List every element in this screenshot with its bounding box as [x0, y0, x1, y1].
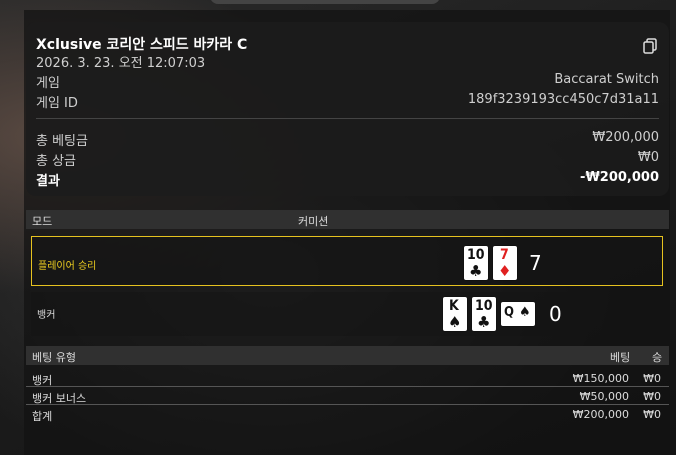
spade-icon: ♠: [448, 313, 462, 331]
divider: [36, 118, 659, 119]
card-rank: 10: [475, 298, 493, 314]
total-label: 총 상금: [36, 154, 77, 169]
card-rank: 10: [467, 247, 485, 263]
banker-result-row: 뱅커 K ♠ 10 ♣ Q ♠ 0: [31, 292, 663, 336]
club-icon: ♣: [469, 262, 483, 280]
result-value: -₩200,000: [580, 170, 659, 185]
player-card-2: 7 ♦: [493, 246, 517, 280]
card-rank: K: [449, 298, 459, 314]
total-row-result: 결과 -₩200,000: [36, 170, 659, 189]
row-divider: [26, 386, 669, 387]
bet-row-amount: ₩50,000: [579, 390, 629, 403]
title-row: Xclusive 코리안 스피드 바카라 C: [36, 34, 659, 54]
bet-row-win: ₩0: [643, 372, 661, 385]
bet-type-label: 베팅 유형: [32, 351, 76, 364]
commission-label: 커미션: [298, 215, 329, 228]
win-label: 승: [652, 351, 663, 364]
info-row-game-id: 게임 ID 189f3239193cc450c7d31a11: [36, 92, 659, 111]
mode-header: 모드 커미션: [26, 210, 669, 229]
diamond-icon: ♦: [498, 262, 512, 280]
banker-card-3-rotated: Q ♠: [501, 302, 535, 326]
summary-card: Xclusive 코리안 스피드 바카라 C 2026. 3. 23. 오전 1…: [26, 22, 669, 196]
top-tab: [210, 0, 440, 4]
mode-label: 모드: [32, 215, 53, 228]
player-result-row: 플레이어 승리 10 ♣ 7 ♦ 7: [31, 236, 663, 286]
banker-label: 뱅커: [37, 310, 56, 321]
total-row-bet: 총 베팅금 ₩200,000: [36, 130, 659, 149]
row-divider: [26, 404, 669, 405]
player-win-label: 플레이어 승리: [38, 261, 97, 272]
card-rank: Q: [504, 305, 514, 320]
player-score: 7: [529, 251, 542, 275]
total-row-win: 총 상금 ₩0: [36, 150, 659, 169]
info-label: 게임 ID: [36, 96, 78, 111]
banker-card-1: K ♠: [443, 297, 467, 331]
total-value: ₩200,000: [592, 130, 659, 145]
bet-row-win: ₩0: [643, 390, 661, 403]
info-value: Baccarat Switch: [554, 72, 659, 87]
card-rank: 7: [500, 247, 509, 263]
spade-icon: ♠: [519, 305, 531, 320]
club-icon: ♣: [477, 313, 491, 331]
game-datetime: 2026. 3. 23. 오전 12:07:03: [36, 56, 206, 71]
bet-row-win: ₩0: [643, 408, 661, 421]
datetime-row: 2026. 3. 23. 오전 12:07:03: [36, 52, 659, 71]
info-row-game: 게임 Baccarat Switch: [36, 72, 659, 91]
bet-row-amount: ₩200,000: [572, 408, 629, 421]
banker-card-2: 10 ♣: [472, 297, 496, 331]
info-value: 189f3239193cc450c7d31a11: [467, 92, 659, 107]
game-title: Xclusive 코리안 스피드 바카라 C: [36, 37, 248, 53]
total-value: ₩0: [637, 150, 659, 165]
total-label: 총 베팅금: [36, 134, 88, 149]
bet-row-amount: ₩150,000: [572, 372, 629, 385]
info-label: 게임: [36, 76, 60, 91]
bets-header: 베팅 유형 베팅 승: [26, 346, 669, 365]
bet-row-type: 합계: [32, 410, 53, 423]
bet-label: 베팅: [610, 351, 631, 364]
player-card-1: 10 ♣: [464, 246, 488, 280]
banker-score: 0: [549, 302, 562, 326]
bets-table: 뱅커 ₩150,000 ₩0 뱅커 보너스 ₩50,000 ₩0 합계 ₩200…: [26, 370, 669, 423]
result-label: 결과: [36, 174, 60, 189]
